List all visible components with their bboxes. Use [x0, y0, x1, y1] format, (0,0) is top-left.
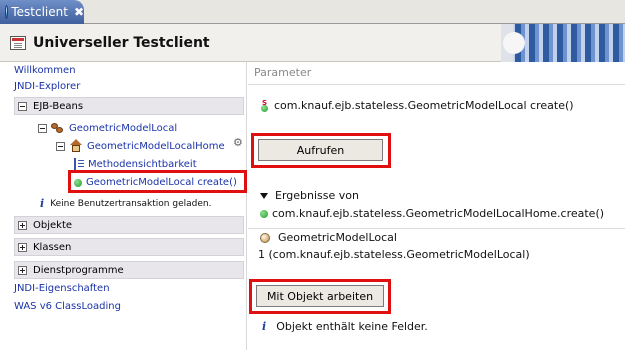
tab-testclient[interactable]: Testclient ✖: [0, 0, 84, 24]
result-object: GeometricModelLocal: [260, 231, 397, 244]
page-header: Universeller Testclient: [0, 24, 625, 62]
object-icon: [260, 232, 270, 243]
tree-item-bean[interactable]: GeometricModelLocal: [38, 122, 177, 134]
page-title: Universeller Testclient: [33, 35, 210, 51]
tree-label: Methodensichtbarkeit: [88, 158, 197, 170]
header-banner-image: [501, 24, 625, 62]
transaction-note-text: Keine Benutzertransaktion geladen.: [50, 198, 212, 209]
tree-item-methods[interactable]: Methodensichtbarkeit: [74, 158, 197, 170]
work-with-object-button[interactable]: Mit Objekt arbeiten: [256, 285, 384, 307]
tree-label: GeometricModelLocal: [69, 122, 178, 134]
collapse-icon[interactable]: [56, 141, 65, 151]
method-signature-text: com.knauf.ejb.stateless.GeometricModelLo…: [274, 99, 574, 112]
bean-icon: [51, 122, 65, 134]
link-was-classloading[interactable]: WAS v6 ClassLoading: [14, 301, 121, 312]
info-message-text: Objekt enthält keine Felder.: [276, 320, 428, 333]
results-label: Ergebnisse von: [275, 189, 359, 202]
highlight-create-method: [68, 170, 247, 193]
group-ejb-beans[interactable]: EJB-Beans: [14, 97, 244, 115]
results-call-text: com.knauf.ejb.stateless.GeometricModelLo…: [272, 207, 605, 220]
result-object-value: 1 (com.knauf.ejb.stateless.GeometricMode…: [258, 248, 530, 261]
group-dienstprogramme[interactable]: Dienstprogramme: [14, 261, 244, 279]
home-icon: [69, 139, 83, 153]
results-divider: [248, 228, 625, 229]
info-icon: i: [40, 197, 45, 210]
left-navigation-pane: Willkommen JNDI-Explorer EJB-Beans Geome…: [0, 62, 247, 350]
tab-label: Testclient: [11, 5, 68, 19]
close-icon[interactable]: ✖: [74, 5, 84, 19]
group-label: EJB-Beans: [33, 100, 84, 112]
collapse-triangle-icon[interactable]: [260, 192, 268, 199]
expand-icon[interactable]: [18, 220, 27, 230]
tree-item-home[interactable]: GeometricModelLocalHome: [56, 139, 225, 153]
collapse-icon[interactable]: [18, 101, 27, 111]
window-icon: [10, 36, 26, 50]
expand-icon[interactable]: [18, 242, 27, 252]
result-object-name: GeometricModelLocal: [278, 231, 397, 244]
info-message: i Objekt enthält keine Felder.: [262, 320, 428, 333]
main-content-pane: Parameter S com.knauf.ejb.stateless.Geom…: [248, 62, 625, 350]
results-header[interactable]: Ergebnisse von: [260, 189, 359, 202]
tree-label: GeometricModelLocalHome: [87, 140, 225, 152]
section-divider: [248, 84, 625, 85]
method-signature: S com.knauf.ejb.stateless.GeometricModel…: [260, 99, 574, 112]
static-method-icon: S: [260, 99, 270, 112]
section-title: Parameter: [254, 66, 312, 79]
group-label: Objekte: [33, 219, 73, 231]
group-objekte[interactable]: Objekte: [14, 216, 244, 234]
method-icon: [260, 209, 268, 218]
group-klassen[interactable]: Klassen: [14, 238, 244, 256]
methods-icon: [74, 158, 84, 170]
expand-icon[interactable]: [18, 265, 27, 275]
collapse-icon[interactable]: [38, 123, 47, 133]
editor-tab-bar: Testclient ✖: [0, 0, 625, 24]
link-jndi-eigenschaften[interactable]: JNDI-Eigenschaften: [14, 283, 110, 294]
results-call: com.knauf.ejb.stateless.GeometricModelLo…: [260, 207, 604, 220]
invoke-button[interactable]: Aufrufen: [258, 139, 383, 161]
home-interface-icon[interactable]: ⚙: [233, 136, 245, 149]
globe-icon: [5, 5, 9, 19]
transaction-note: i Keine Benutzertransaktion geladen.: [40, 197, 211, 210]
link-jndi-explorer[interactable]: JNDI-Explorer: [14, 81, 80, 92]
group-label: Klassen: [33, 241, 72, 253]
group-label: Dienstprogramme: [33, 264, 124, 276]
info-icon: i: [262, 320, 267, 333]
link-willkommen[interactable]: Willkommen: [14, 65, 76, 76]
